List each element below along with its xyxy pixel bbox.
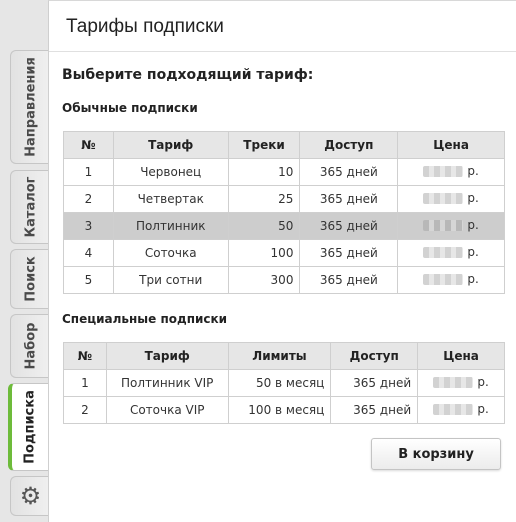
row-tracks: 300 xyxy=(227,266,301,294)
table-header-row: № Тариф Лимиты Доступ Цена xyxy=(63,342,505,370)
col-header-price: Цена xyxy=(397,131,505,159)
row-limits: 50 в месяц xyxy=(227,369,332,397)
blurred-price xyxy=(423,246,464,258)
table-row[interactable]: 1 Червонец 10 365 дней р. xyxy=(63,158,505,186)
row-num: 2 xyxy=(63,396,107,424)
row-access: 365 дней xyxy=(299,158,399,186)
row-access: 365 дней xyxy=(330,369,419,397)
col-header-tracks: Треки xyxy=(227,131,301,159)
row-price: р. xyxy=(417,369,505,397)
row-tracks: 25 xyxy=(227,185,301,213)
price-currency: р. xyxy=(467,164,479,179)
tab-directions-label: Направления xyxy=(23,57,38,157)
gear-icon: ⚙ xyxy=(19,482,42,510)
row-access: 365 дней xyxy=(299,266,399,294)
col-header-access: Доступ xyxy=(299,131,399,159)
row-limits: 100 в месяц xyxy=(227,396,332,424)
page-title: Тарифы подписки xyxy=(49,1,516,52)
price-currency: р. xyxy=(477,402,489,417)
row-num: 3 xyxy=(63,212,114,240)
col-header-num: № xyxy=(63,131,114,159)
row-tracks: 100 xyxy=(227,239,301,267)
row-access: 365 дней xyxy=(299,185,399,213)
regular-tariffs-table: № Тариф Треки Доступ Цена 1 Червонец 10 … xyxy=(63,131,505,294)
price-currency: р. xyxy=(467,191,479,206)
row-tariff: Соточка VIP xyxy=(105,396,229,424)
blurred-price xyxy=(423,219,464,231)
row-price: р. xyxy=(397,212,505,240)
col-header-access: Доступ xyxy=(330,342,419,370)
table-row[interactable]: 5 Три сотни 300 365 дней р. xyxy=(63,266,505,294)
special-section-title: Специальные подписки xyxy=(62,312,228,326)
col-header-limits: Лимиты xyxy=(227,342,332,370)
row-price: р. xyxy=(417,396,505,424)
price-currency: р. xyxy=(467,245,479,260)
blurred-price xyxy=(423,192,464,204)
tab-catalog-label: Каталог xyxy=(23,176,38,238)
choose-tariff-label: Выберите подходящий тариф: xyxy=(62,67,314,83)
row-num: 1 xyxy=(63,158,114,186)
col-header-tariff: Тариф xyxy=(105,342,229,370)
blurred-price xyxy=(423,273,464,285)
table-header-row: № Тариф Треки Доступ Цена xyxy=(63,131,505,159)
tab-set-label: Набор xyxy=(23,322,38,370)
price-currency: р. xyxy=(467,218,479,233)
col-header-tariff: Тариф xyxy=(112,131,229,159)
subscription-panel: Тарифы подписки Выберите подходящий тари… xyxy=(48,0,516,522)
tab-subscription-label: Подписка xyxy=(22,390,38,464)
table-row[interactable]: 2 Соточка VIP 100 в месяц 365 дней р. xyxy=(63,396,505,424)
regular-section-title: Обычные подписки xyxy=(62,101,198,115)
tab-directions[interactable]: Направления xyxy=(10,50,50,164)
row-num: 5 xyxy=(63,266,114,294)
row-price: р. xyxy=(397,266,505,294)
row-tracks: 10 xyxy=(227,158,301,186)
tab-search-label: Поиск xyxy=(23,256,38,302)
side-tabs: Направления Каталог Поиск Набор Подписка… xyxy=(0,0,50,522)
row-tariff: Четвертак xyxy=(112,185,229,213)
row-access: 365 дней xyxy=(330,396,419,424)
price-currency: р. xyxy=(477,375,489,390)
tab-settings[interactable]: ⚙ xyxy=(10,476,50,516)
row-tariff: Соточка xyxy=(112,239,229,267)
row-tracks: 50 xyxy=(227,212,301,240)
row-tariff: Полтинник VIP xyxy=(105,369,229,397)
col-header-price: Цена xyxy=(417,342,505,370)
special-tariffs-table: № Тариф Лимиты Доступ Цена 1 Полтинник V… xyxy=(63,342,505,424)
tab-set[interactable]: Набор xyxy=(10,314,50,378)
table-row[interactable]: 1 Полтинник VIP 50 в месяц 365 дней р. xyxy=(63,369,505,397)
row-tariff: Три сотни xyxy=(112,266,229,294)
row-price: р. xyxy=(397,185,505,213)
price-currency: р. xyxy=(467,272,479,287)
row-num: 1 xyxy=(63,369,107,397)
row-price: р. xyxy=(397,158,505,186)
table-row[interactable]: 4 Соточка 100 365 дней р. xyxy=(63,239,505,267)
table-row-highlighted[interactable]: 3 Полтинник 50 365 дней р. xyxy=(63,212,505,240)
row-tariff: Полтинник xyxy=(112,212,229,240)
row-num: 2 xyxy=(63,185,114,213)
tab-subscription[interactable]: Подписка xyxy=(8,383,48,471)
blurred-price xyxy=(433,403,474,415)
add-to-cart-button[interactable]: В корзину xyxy=(371,438,501,470)
col-header-num: № xyxy=(63,342,107,370)
tab-catalog[interactable]: Каталог xyxy=(10,170,50,244)
row-access: 365 дней xyxy=(299,239,399,267)
row-access: 365 дней xyxy=(299,212,399,240)
row-tariff: Червонец xyxy=(112,158,229,186)
tab-search[interactable]: Поиск xyxy=(10,249,50,309)
table-row[interactable]: 2 Четвертак 25 365 дней р. xyxy=(63,185,505,213)
row-price: р. xyxy=(397,239,505,267)
blurred-price xyxy=(423,165,464,177)
row-num: 4 xyxy=(63,239,114,267)
blurred-price xyxy=(433,376,474,388)
